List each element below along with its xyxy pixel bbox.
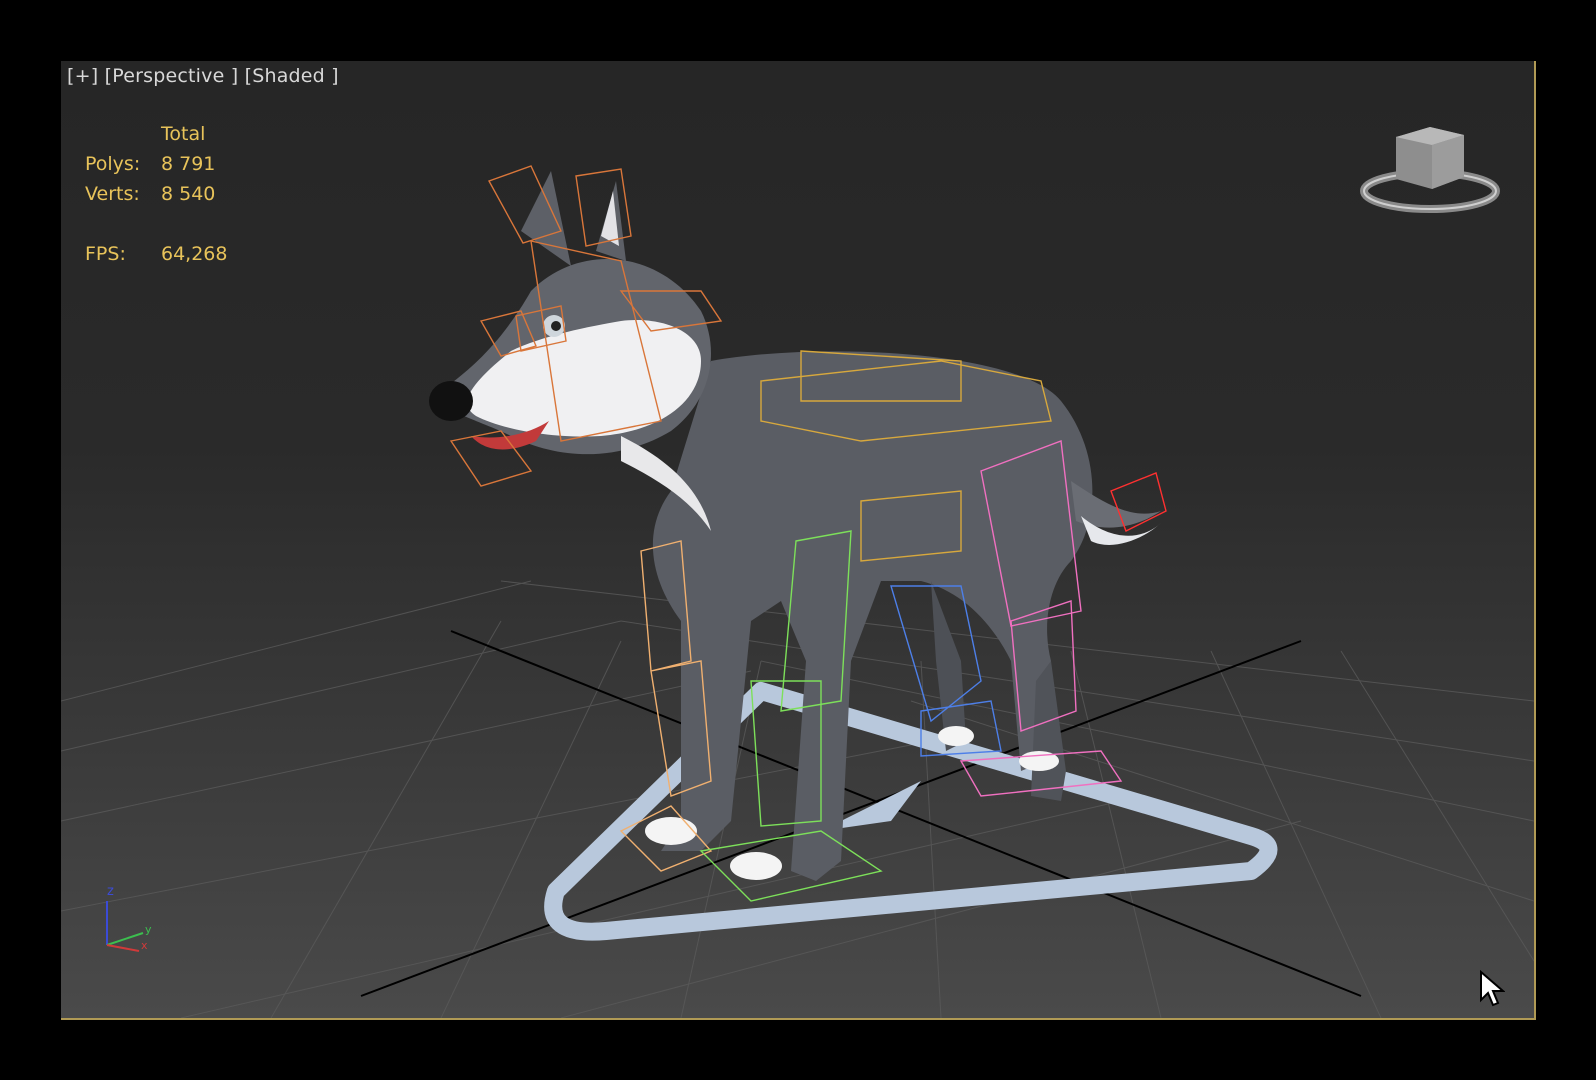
- axis-tripod: z y x: [106, 884, 152, 952]
- stats-fps-label: FPS:: [85, 243, 126, 265]
- perspective-viewport[interactable]: [+] [Perspective ] [Shaded ] Total Polys…: [61, 61, 1536, 1020]
- dog-model[interactable]: [429, 171, 1161, 882]
- viewport-menu-plus[interactable]: [+]: [67, 65, 98, 87]
- stats-polys-label: Polys:: [85, 153, 141, 175]
- viewport-shading-menu[interactable]: [Shaded ]: [245, 65, 339, 87]
- axis-z-label: z: [107, 884, 114, 899]
- stats-verts-value: 8 540: [161, 183, 216, 205]
- stats-fps-value: 64,268: [161, 243, 228, 265]
- scene-canvas[interactable]: [61, 61, 1534, 1018]
- viewport-statistics: Total Polys: 8 791 Verts: 8 540 FPS: 64,268: [85, 119, 227, 269]
- stats-verts-label: Verts:: [85, 183, 140, 205]
- viewcube-icon[interactable]: [1360, 121, 1500, 217]
- viewport-label: [+] [Perspective ] [Shaded ]: [67, 65, 339, 87]
- axis-y-label: y: [145, 923, 152, 936]
- stats-polys-value: 8 791: [161, 153, 216, 175]
- axis-x-label: x: [141, 939, 148, 952]
- stats-header: Total: [161, 123, 206, 145]
- viewport-view-menu[interactable]: [Perspective ]: [105, 65, 239, 87]
- mouse-cursor-icon: [1480, 970, 1505, 1007]
